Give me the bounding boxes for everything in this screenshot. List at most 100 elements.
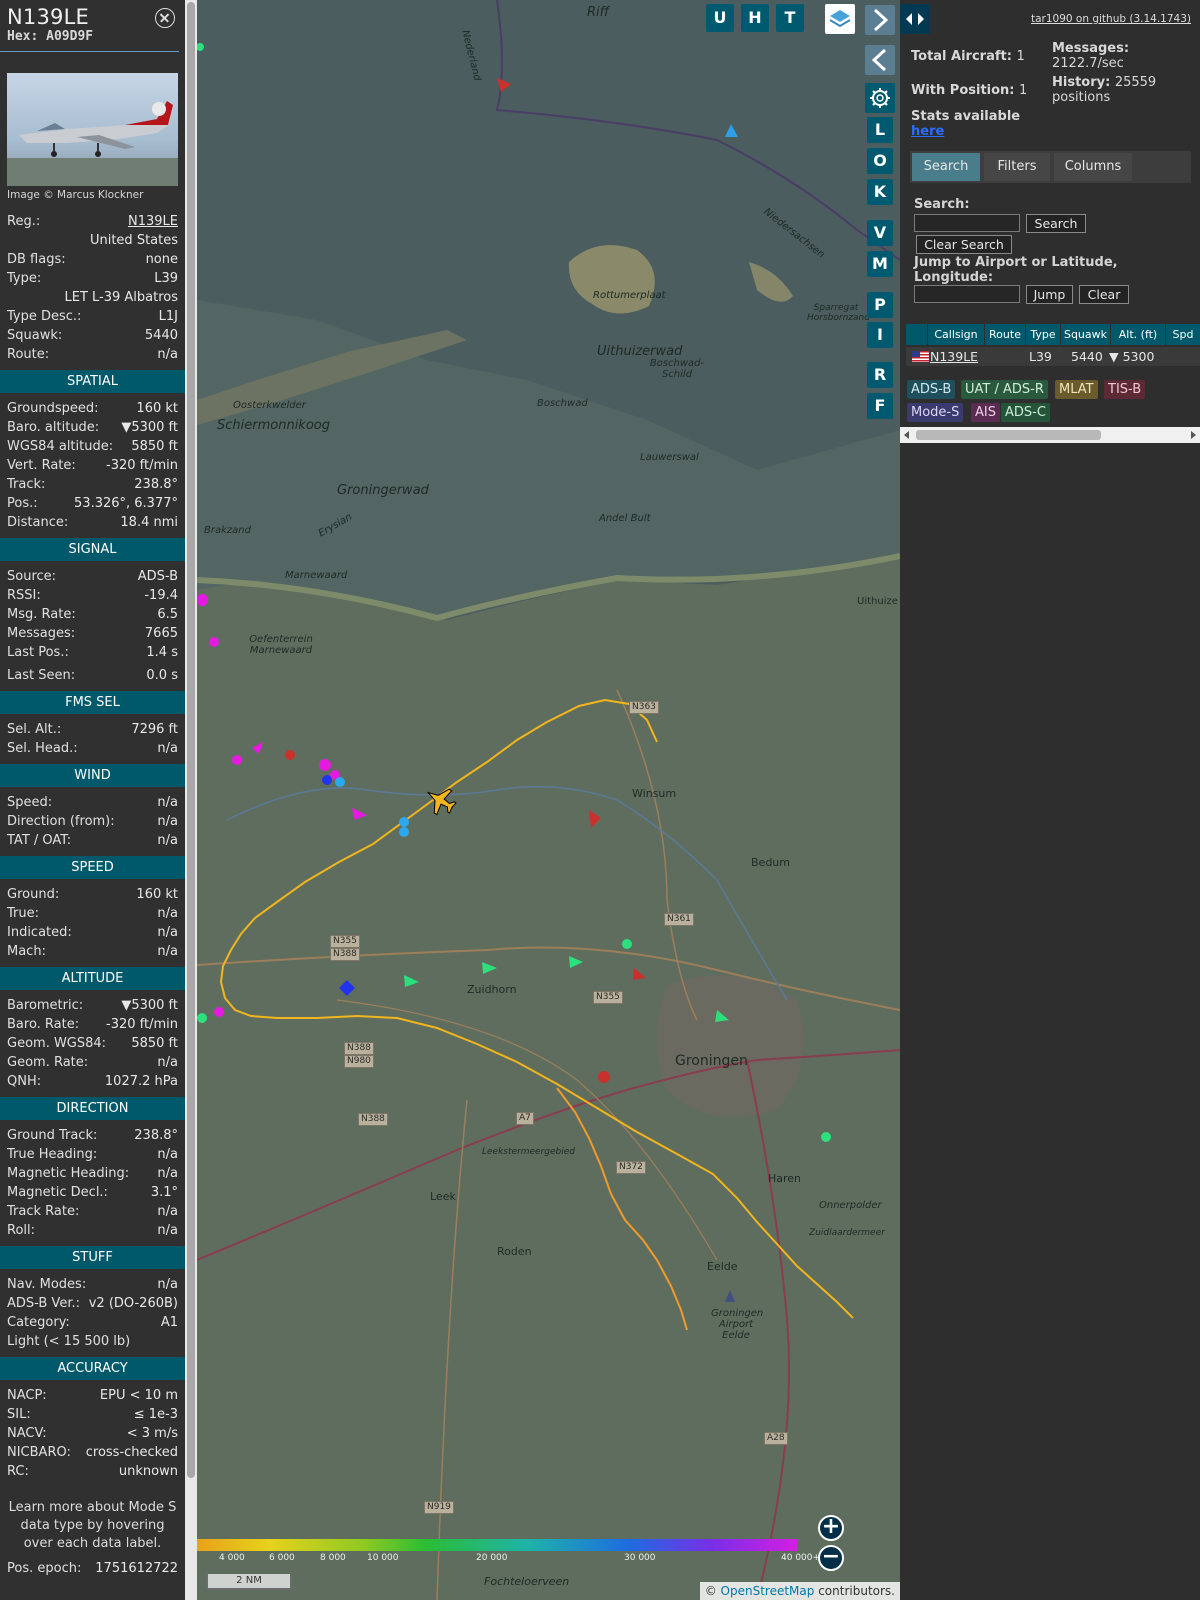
map-button-l[interactable]: L — [867, 117, 893, 143]
detail-label[interactable]: Track Rate: — [7, 1204, 79, 1219]
map-button-o[interactable]: O — [867, 148, 893, 174]
detail-label[interactable]: Baro. altitude: — [7, 420, 99, 435]
tab-search[interactable]: Search — [912, 153, 980, 181]
map-button-p[interactable]: P — [867, 292, 893, 318]
detail-label[interactable]: Sel. Head.: — [7, 741, 78, 756]
clear-search-button[interactable]: Clear Search — [916, 235, 1012, 254]
column-header-flag[interactable] — [906, 324, 928, 345]
stats-link[interactable]: here — [911, 124, 1020, 139]
row-callsign[interactable]: N139LE — [930, 347, 978, 366]
detail-label[interactable]: Mach: — [7, 944, 46, 959]
detail-label[interactable]: Route: — [7, 347, 49, 362]
column-header-type[interactable]: Type — [1026, 324, 1061, 345]
detail-label[interactable]: NACV: — [7, 1426, 47, 1441]
detail-label[interactable]: Pos. epoch: — [7, 1561, 81, 1576]
detail-label[interactable]: QNH: — [7, 1074, 41, 1089]
detail-label[interactable]: WGS84 altitude: — [7, 439, 113, 454]
table-horizontal-scrollbar[interactable] — [900, 427, 1200, 443]
detail-label[interactable]: Sel. Alt.: — [7, 722, 61, 737]
scroll-left-icon[interactable] — [904, 431, 909, 439]
horizontal-scroll-thumb[interactable] — [916, 430, 1101, 440]
detail-label[interactable]: Last Seen: — [7, 668, 75, 683]
detail-label[interactable]: Nav. Modes: — [7, 1277, 86, 1292]
detail-label[interactable]: RC: — [7, 1464, 29, 1479]
detail-label[interactable]: Pos.: — [7, 496, 38, 511]
map-button-t[interactable]: T — [776, 4, 804, 32]
map-button-h[interactable]: H — [741, 4, 769, 32]
tab-filters[interactable]: Filters — [984, 153, 1050, 181]
detail-label[interactable]: Reg.: — [7, 214, 40, 229]
jump-input[interactable] — [914, 285, 1020, 303]
attribution-link[interactable]: OpenStreetMap — [721, 1584, 815, 1598]
detail-label[interactable]: Msg. Rate: — [7, 607, 76, 622]
detail-label[interactable]: RSSI: — [7, 588, 41, 603]
detail-label[interactable]: Barometric: — [7, 998, 83, 1013]
scroll-right-icon[interactable] — [1191, 431, 1196, 439]
detail-label[interactable]: Squawk: — [7, 328, 62, 343]
detail-label[interactable]: Groundspeed: — [7, 401, 98, 416]
map-button-k[interactable]: K — [867, 179, 893, 205]
detail-label[interactable]: Messages: — [7, 626, 75, 641]
detail-label[interactable]: Magnetic Decl.: — [7, 1185, 108, 1200]
map-view[interactable]: Riff Rottumerplaat Uithuizerwad Boschwad… — [197, 0, 900, 1600]
sidebar-scrollbar[interactable] — [185, 0, 197, 1600]
detail-label[interactable]: Ground Track: — [7, 1128, 97, 1143]
column-header-speed[interactable]: Spd — [1166, 324, 1200, 345]
github-link[interactable]: tar1090 on github (3.14.1743) — [1031, 13, 1191, 25]
sidebar-scroll-thumb[interactable] — [187, 2, 195, 1478]
table-row[interactable]: N139LE L39 5440 ▼ 5300 — [906, 347, 1200, 366]
search-input[interactable] — [914, 214, 1020, 232]
zoom-in-button[interactable]: + — [818, 1515, 844, 1541]
detail-label[interactable]: Direction (from): — [7, 814, 115, 829]
close-icon[interactable] — [155, 8, 175, 28]
map-button-r[interactable]: R — [867, 362, 893, 388]
detail-label[interactable]: Light (< 15 500 lb) — [7, 1334, 130, 1349]
detail-label[interactable]: Source: — [7, 569, 56, 584]
aircraft-photo[interactable] — [7, 73, 178, 186]
map-button-v[interactable]: V — [867, 220, 893, 246]
clear-jump-button[interactable]: Clear — [1079, 285, 1129, 304]
detail-label[interactable]: True Heading: — [7, 1147, 97, 1162]
column-header-altitude[interactable]: Alt. (ft) — [1111, 324, 1166, 345]
layers-button[interactable] — [825, 4, 855, 34]
detail-label[interactable]: SIL: — [7, 1407, 31, 1422]
detail-label[interactable]: NACP: — [7, 1388, 47, 1403]
detail-label[interactable]: Track: — [7, 477, 45, 492]
expand-right-button[interactable] — [865, 5, 895, 35]
column-header-squawk[interactable]: Squawk — [1061, 324, 1111, 345]
detail-label[interactable]: Ground: — [7, 887, 59, 902]
detail-label[interactable]: Last Pos.: — [7, 645, 69, 660]
detail-label[interactable]: TAT / OAT: — [7, 833, 71, 848]
detail-label[interactable]: ADS-B Ver.: — [7, 1296, 80, 1311]
map-button-f[interactable]: F — [867, 393, 893, 419]
column-header-route[interactable]: Route — [985, 324, 1026, 345]
detail-label[interactable]: Magnetic Heading: — [7, 1166, 129, 1181]
detail-value: 1027.2 hPa — [104, 1074, 178, 1089]
detail-label[interactable]: NICBARO: — [7, 1445, 71, 1460]
detail-label[interactable]: Indicated: — [7, 925, 72, 940]
detail-label[interactable]: Speed: — [7, 795, 52, 810]
map-button-u[interactable]: U — [706, 4, 734, 32]
detail-label[interactable]: Type Desc.: — [7, 309, 81, 324]
detail-label[interactable]: Geom. WGS84: — [7, 1036, 106, 1051]
map-button-i[interactable]: I — [867, 322, 893, 348]
map-button-m[interactable]: M — [867, 251, 893, 277]
toggle-sidebar-button[interactable] — [900, 4, 930, 34]
detail-label[interactable]: Vert. Rate: — [7, 458, 76, 473]
zoom-out-button[interactable]: − — [818, 1545, 844, 1571]
detail-label[interactable]: Category: — [7, 1315, 70, 1330]
settings-button[interactable] — [865, 83, 895, 113]
tab-columns[interactable]: Columns — [1054, 153, 1132, 181]
jump-button[interactable]: Jump — [1026, 285, 1073, 304]
detail-label[interactable]: True: — [7, 906, 39, 921]
detail-label[interactable]: DB flags: — [7, 252, 66, 267]
detail-label[interactable]: Type: — [7, 271, 41, 286]
detail-label[interactable]: Distance: — [7, 515, 68, 530]
search-button[interactable]: Search — [1026, 214, 1086, 233]
detail-label[interactable]: Roll: — [7, 1223, 35, 1238]
column-header-callsign[interactable]: Callsign — [928, 324, 985, 345]
detail-label[interactable]: Geom. Rate: — [7, 1055, 88, 1070]
detail-value: 160 kt — [136, 401, 178, 416]
detail-label[interactable]: Baro. Rate: — [7, 1017, 79, 1032]
expand-left-button[interactable] — [865, 45, 895, 75]
